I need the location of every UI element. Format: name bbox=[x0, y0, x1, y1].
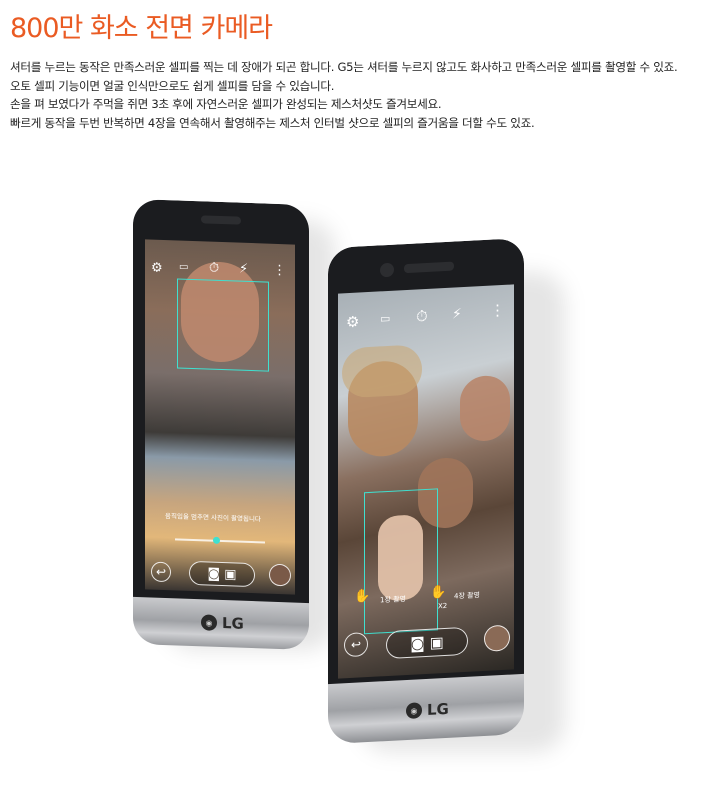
brand-label: LG bbox=[222, 614, 244, 633]
flash-off-icon[interactable]: ⚡ bbox=[452, 306, 462, 323]
description-line: 오토 셀피 기능이면 얼굴 인식만으로도 쉽게 셀피를 담을 수 있습니다. bbox=[10, 78, 335, 93]
left-screen: ⚙ ▭ ⏱ ⚡ ⋮ 움직임을 멈추면 사진이 촬영됩니다 ↩ ◙ ▣ bbox=[145, 239, 295, 595]
lg-mark-icon: ◉ bbox=[406, 702, 422, 720]
description-line: 손을 펴 보였다가 주먹을 쥐면 3초 후에 자연스러운 셀피가 완성되는 제스… bbox=[10, 97, 442, 111]
open-hand-icon: ✋ bbox=[354, 588, 371, 605]
gesture-focus-frame bbox=[364, 488, 438, 635]
brand-label: LG bbox=[427, 699, 449, 719]
right-screen: ⚙ ▭ ⏱ ⚡ ⋮ ✋ 1장 촬영 ✋ X2 4장 촬영 ↩ ◙ ▣ bbox=[338, 284, 514, 679]
capture-button[interactable]: ◙ ▣ bbox=[189, 560, 255, 588]
gallery-thumbnail[interactable] bbox=[269, 563, 291, 587]
lg-logo: ◉ LG bbox=[406, 700, 449, 720]
lg-logo: ◉ LG bbox=[201, 613, 244, 633]
description: 셔터를 누르는 동작은 만족스러운 셀피를 찍는 데 장애가 되곤 합니다. G… bbox=[10, 58, 700, 132]
burst-label: X2 bbox=[438, 601, 448, 611]
timer-icon[interactable]: ⏱ bbox=[416, 307, 428, 326]
lg-mark-icon: ◉ bbox=[201, 614, 217, 631]
back-button[interactable]: ↩ bbox=[151, 561, 171, 583]
mode-icon[interactable]: ▭ bbox=[380, 312, 390, 326]
phone-left: ⚙ ▭ ⏱ ⚡ ⋮ 움직임을 멈추면 사진이 촬영됩니다 ↩ ◙ ▣ ◉ LG bbox=[133, 198, 309, 651]
gallery-thumbnail[interactable] bbox=[484, 624, 510, 652]
gesture-label: 4장 촬영 bbox=[454, 591, 480, 601]
flash-off-icon[interactable]: ⚡ bbox=[239, 262, 248, 277]
more-icon[interactable]: ⋮ bbox=[273, 263, 286, 278]
description-line: 셔터를 누르는 동작은 만족스러운 셀피를 찍는 데 장애가 되곤 합니다. G… bbox=[10, 60, 678, 74]
open-hand-icon: ✋ bbox=[430, 584, 447, 601]
more-icon[interactable]: ⋮ bbox=[490, 301, 505, 320]
mode-icon[interactable]: ▭ bbox=[179, 262, 188, 273]
page-title: 800만 화소 전면 카메라 bbox=[10, 13, 273, 44]
gesture-label: 1장 촬영 bbox=[380, 595, 406, 605]
capture-button[interactable]: ◙ ▣ bbox=[386, 626, 468, 660]
back-button[interactable]: ↩ bbox=[344, 632, 368, 658]
timer-icon[interactable]: ⏱ bbox=[209, 261, 219, 276]
face-focus-frame bbox=[177, 278, 269, 372]
description-line: 빠르게 동작을 두번 반복하면 4장을 연속해서 촬영해주는 제스처 인터벌 샷… bbox=[10, 115, 535, 130]
screen-hint: 움직임을 멈추면 사진이 촬영됩니다 bbox=[165, 512, 261, 524]
gear-icon[interactable]: ⚙ bbox=[151, 261, 163, 276]
phone-right: ⚙ ▭ ⏱ ⚡ ⋮ ✋ 1장 촬영 ✋ X2 4장 촬영 ↩ ◙ ▣ ◉ LG bbox=[328, 237, 524, 745]
gear-icon[interactable]: ⚙ bbox=[346, 312, 359, 331]
